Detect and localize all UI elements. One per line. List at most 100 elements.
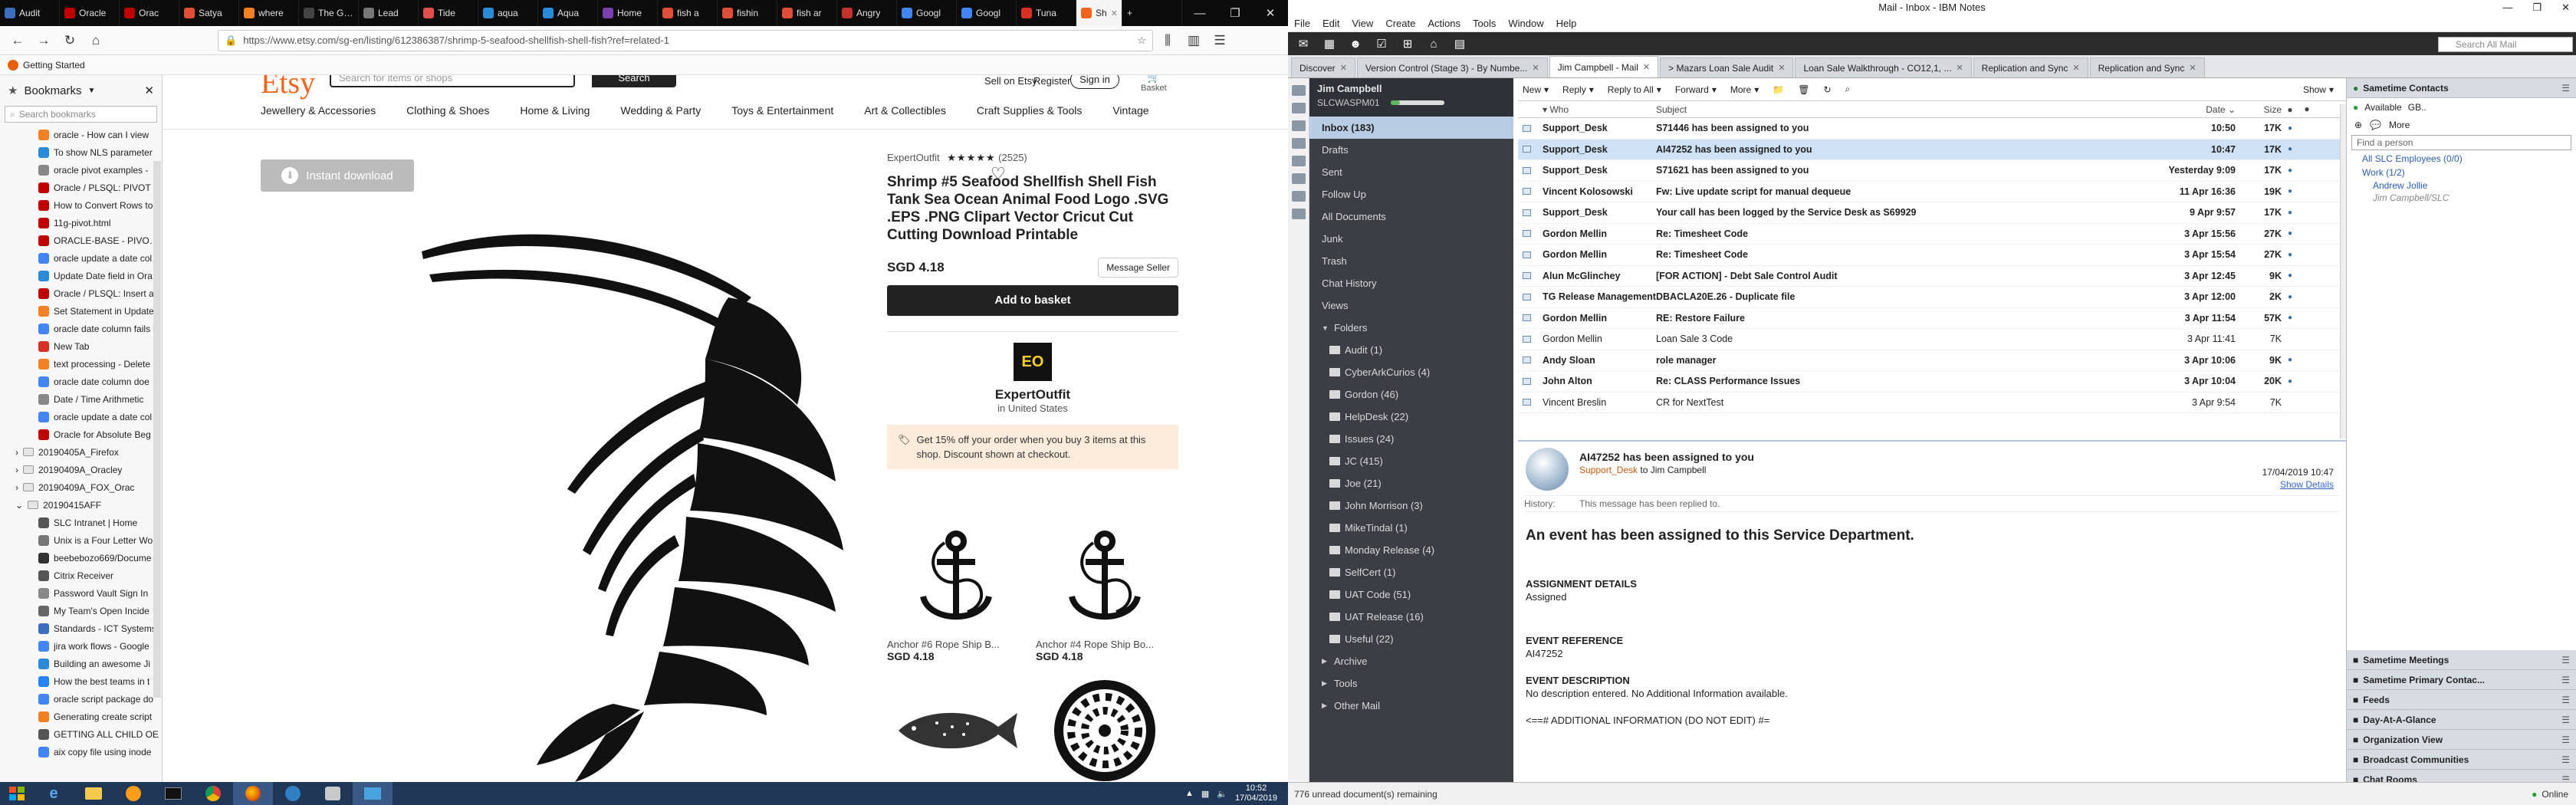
action-reply-button[interactable]: Reply ▾ — [1562, 84, 1594, 95]
message-row[interactable]: Alun McGlinchey [FOR ACTION] - Debt Sale … — [1518, 266, 2346, 287]
close-button[interactable]: ✕ — [2561, 0, 2570, 15]
delete-icon[interactable]: 🗑 — [1798, 84, 1809, 95]
browser-tab[interactable]: Angry — [837, 0, 897, 26]
shop-card[interactable]: EO ExpertOutfit in United States — [887, 331, 1178, 414]
bookmark-item[interactable]: oracle date column fails — [0, 320, 162, 337]
category-link[interactable]: Wedding & Party — [620, 104, 701, 117]
tool-icon[interactable] — [313, 782, 353, 805]
notes-tab[interactable]: > Mazars Loan Sale Audit ✕ — [1660, 58, 1794, 77]
feeds-icon[interactable] — [1291, 173, 1306, 184]
region-dropdown[interactable]: GB.. — [2408, 102, 2426, 113]
bookmark-item[interactable]: 11g-pivot.html — [0, 214, 162, 232]
internet-explorer-icon[interactable]: e — [34, 782, 74, 805]
col-date[interactable]: Date ⌄ — [2101, 104, 2236, 115]
forward-icon[interactable]: → — [32, 29, 55, 52]
folder-item[interactable]: HelpDesk (22) — [1309, 406, 1513, 428]
bookmark-item[interactable]: ORACLE-BASE - PIVOT a — [0, 232, 162, 249]
expand-twisty-icon[interactable]: ▶ — [1322, 657, 1329, 665]
tab-close-icon[interactable]: ✕ — [1111, 8, 1118, 18]
chrome-icon[interactable] — [193, 782, 233, 805]
related-item[interactable] — [1036, 673, 1184, 782]
etsy-search-input[interactable]: Search for items or shops — [330, 75, 575, 87]
related-item[interactable]: Anchor #4 Rope Ship Bo... SGD 4.18 — [1036, 524, 1184, 662]
show-details-link[interactable]: Show Details — [2262, 478, 2334, 491]
browser-tab[interactable]: Satya — [179, 0, 239, 26]
command-prompt-icon[interactable] — [153, 782, 193, 805]
message-row[interactable]: Andy Sloan role manager 3 Apr 10:06 9K ● — [1518, 350, 2346, 371]
side-panel-header[interactable]: ■ Feeds ☰ — [2347, 690, 2576, 710]
bookmark-item[interactable]: beebebozo669/Docume — [0, 549, 162, 567]
related-item[interactable]: Anchor #6 Rope Ship B... SGD 4.18 — [887, 524, 1036, 662]
action-reply-to-all-button[interactable]: Reply to All ▾ — [1608, 84, 1661, 95]
unread-flag-icon[interactable]: ● — [2282, 377, 2298, 386]
bookmark-item[interactable]: GETTING ALL CHILD OE — [0, 725, 162, 743]
message-row[interactable]: TG Release Management DBACLA20E.26 - Dupl… — [1518, 287, 2346, 308]
col-attach[interactable]: ⦁ — [2298, 104, 2315, 115]
bookmark-item[interactable]: Citrix Receiver — [0, 567, 162, 584]
notes-tab[interactable]: Loan Sale Walkthrough - CO12,1, ... ✕ — [1795, 58, 1972, 77]
notes-tab[interactable]: Replication and Sync ✕ — [2089, 58, 2205, 77]
menu-item[interactable]: Window — [1508, 18, 1543, 29]
online-status[interactable]: ● Online — [2532, 789, 2568, 800]
menu-item[interactable]: Tools — [1473, 18, 1496, 29]
nav-item[interactable]: Trash — [1309, 250, 1513, 272]
message-row[interactable]: Gordon Mellin RE: Restore Failure 3 Apr 11… — [1518, 308, 2346, 329]
browser-tab[interactable]: Lead — [359, 0, 419, 26]
action-forward-button[interactable]: Forward ▾ — [1675, 84, 1717, 95]
refresh-icon[interactable]: ↻ — [1823, 84, 1831, 95]
bookmark-item[interactable]: How to Convert Rows to — [0, 196, 162, 214]
folder-item[interactable]: MikeTindal (1) — [1309, 517, 1513, 539]
menu-item[interactable]: View — [1352, 18, 1373, 29]
home-icon[interactable]: ⌂ — [84, 29, 107, 52]
url-bar[interactable]: 🔒 https://www.etsy.com/sg-en/listing/612… — [218, 29, 1153, 51]
folder-item[interactable]: Monday Release (4) — [1309, 539, 1513, 561]
library-icon[interactable]: ⫼ — [1156, 29, 1179, 52]
unread-flag-icon[interactable]: ● — [2282, 209, 2298, 217]
bookmark-item[interactable]: Set Statement in Update — [0, 302, 162, 320]
expand-twisty-icon[interactable]: ▶ — [1322, 702, 1329, 710]
new-tab-button[interactable]: + — [1122, 0, 1182, 26]
browser-tab[interactable]: Tide — [419, 0, 478, 26]
panel-menu-icon[interactable]: ☰ — [2561, 715, 2570, 725]
unread-flag-icon[interactable]: ● — [2282, 356, 2298, 364]
category-link[interactable]: Art & Collectibles — [864, 104, 946, 117]
show-hidden-icons[interactable]: ▲ — [1185, 789, 1194, 798]
bookmark-item[interactable]: Standards - ICT Systems — [0, 619, 162, 637]
bookmark-item[interactable]: oracle date column doe — [0, 373, 162, 390]
nav-item[interactable]: ▶ Other Mail — [1309, 695, 1513, 717]
menu-icon[interactable]: ☰ — [1208, 29, 1231, 52]
review-count[interactable]: (2525) — [998, 152, 1027, 163]
browser-tab[interactable]: The Glasgo — [299, 0, 359, 26]
category-link[interactable]: Jewellery & Accessories — [261, 104, 376, 117]
notes-search-input[interactable]: Search All Mail — [2438, 37, 2573, 52]
side-panel-header[interactable]: ■ Sametime Meetings ☰ — [2347, 650, 2576, 670]
todo-icon[interactable]: ☑ — [1371, 34, 1392, 53]
expand-twisty-icon[interactable]: ▶ — [1322, 679, 1329, 688]
nav-item[interactable]: All Documents — [1309, 205, 1513, 228]
sidebar-scrollbar[interactable] — [153, 161, 161, 698]
notebook-icon[interactable] — [1291, 156, 1306, 166]
folder-item[interactable]: SelfCert (1) — [1309, 561, 1513, 583]
nav-item[interactable]: ▶ Tools — [1309, 672, 1513, 695]
folder-item[interactable]: Audit (1) — [1309, 339, 1513, 361]
nav-item[interactable]: ▶ Archive — [1309, 650, 1513, 672]
nav-item[interactable]: Follow Up — [1309, 183, 1513, 205]
message-row[interactable]: Support_Desk S71446 has been assigned to … — [1518, 118, 2346, 140]
file-explorer-icon[interactable] — [74, 782, 113, 805]
menu-item[interactable]: Help — [1556, 18, 1577, 29]
folder-twisty-icon[interactable]: › — [15, 465, 18, 475]
reload-icon[interactable]: ↻ — [58, 29, 81, 52]
side-panel-header[interactable]: ■ Organization View ☰ — [2347, 730, 2576, 750]
unread-flag-icon[interactable]: ● — [2282, 124, 2298, 133]
unread-flag-icon[interactable]: ● — [2282, 166, 2298, 175]
bookmark-item[interactable]: Unix is a Four Letter Wo — [0, 531, 162, 549]
tab-close-icon[interactable]: ✕ — [2189, 63, 2196, 73]
action-new-button[interactable]: New ▾ — [1523, 84, 1549, 95]
bookmark-item[interactable]: oracle update a date col — [0, 408, 162, 426]
maximize-button[interactable]: ❐ — [1217, 0, 1253, 26]
message-row[interactable]: Support_Desk Your call has been logged by… — [1518, 202, 2346, 224]
tab-close-icon[interactable]: ✕ — [1956, 63, 1963, 73]
browser-tab[interactable]: Audit — [0, 0, 60, 26]
folder-item[interactable]: UAT Code (51) — [1309, 583, 1513, 606]
nav-item[interactable]: Drafts — [1309, 139, 1513, 161]
